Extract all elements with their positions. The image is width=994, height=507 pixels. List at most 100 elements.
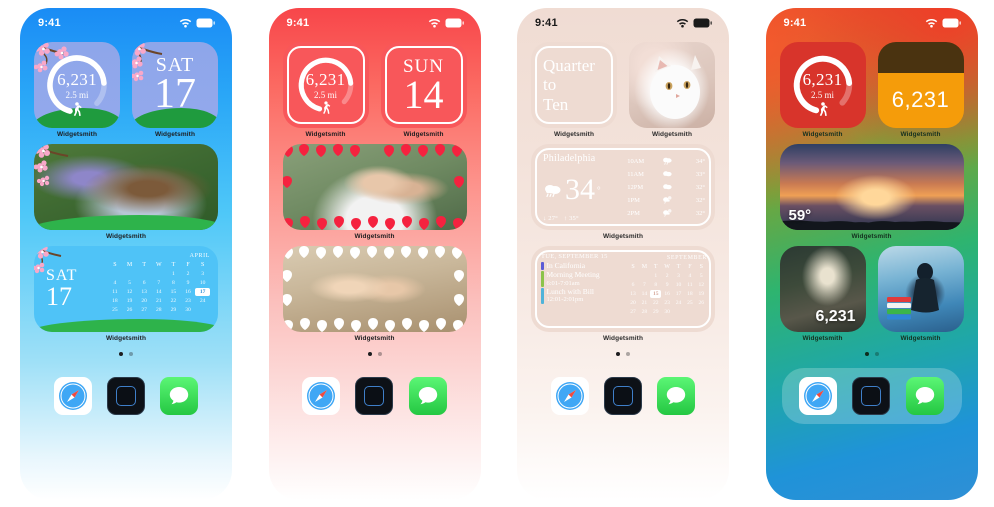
widgetsmith-app-icon[interactable] [355, 377, 394, 415]
calendar-day-cell[interactable]: 14 [151, 288, 166, 296]
calendar-day-cell[interactable]: 7 [151, 279, 166, 287]
messages-app-icon[interactable] [408, 377, 447, 415]
calendar-day-cell[interactable]: 22 [166, 297, 181, 305]
widget-steps-ring[interactable]: 6,231 2.5 mi Widgetsmith [779, 42, 866, 138]
calendar-day-cell[interactable]: 10 [673, 281, 684, 289]
calendar-day-cell[interactable]: 9 [181, 279, 196, 287]
calendar-day-cell[interactable]: 23 [661, 299, 672, 307]
calendar-day-cell[interactable]: 20 [627, 299, 638, 307]
safari-app-icon[interactable] [550, 377, 589, 415]
messages-app-icon[interactable] [160, 377, 199, 415]
widget-date[interactable]: SAT 17 Widgetsmith [132, 42, 218, 138]
widget-photo-hammock[interactable]: Widgetsmith [282, 246, 467, 342]
calendar-day-cell[interactable]: 6 [627, 281, 638, 289]
calendar-day-cell[interactable]: 2 [661, 272, 672, 280]
page-dots[interactable] [269, 352, 481, 356]
calendar-day-cell[interactable]: 3 [195, 270, 210, 278]
widget-photo-garden[interactable]: Widgetsmith [34, 144, 218, 240]
widget-photo-sunset[interactable]: 59° Widgetsmith [779, 144, 964, 240]
widget-weather[interactable]: Philadelphia 34 ° ↓ 27° ↑ 35° 10AM 34° 1… [531, 144, 715, 240]
page-dot[interactable] [129, 352, 133, 356]
widget-clock-words[interactable]: Quarter to Ten Widgetsmith [531, 42, 617, 138]
calendar-day-cell[interactable]: 24 [673, 299, 684, 307]
calendar-day-cell[interactable]: 11 [684, 281, 695, 289]
page-dot-active[interactable] [367, 352, 372, 356]
calendar-day-cell[interactable]: 30 [181, 306, 196, 314]
calendar-day-cell[interactable]: 27 [137, 306, 152, 314]
messages-app-icon[interactable] [657, 377, 696, 415]
calendar-day-cell[interactable]: 4 [108, 279, 123, 287]
page-dot-active[interactable] [864, 352, 869, 356]
calendar-day-cell[interactable]: 8 [650, 281, 661, 289]
page-dot[interactable] [626, 352, 630, 356]
calendar-day-cell[interactable]: 17 [195, 288, 210, 296]
widget-steps-count[interactable]: 6,231 Widgetsmith [877, 42, 964, 138]
calendar-day-cell[interactable]: 26 [696, 299, 707, 307]
page-dot[interactable] [377, 352, 382, 356]
calendar-day-cell[interactable]: 2 [181, 270, 196, 278]
messages-app-icon[interactable] [905, 377, 944, 415]
calendar-day-cell[interactable]: 23 [181, 297, 196, 305]
calendar-day-cell[interactable]: 12 [696, 281, 707, 289]
widgetsmith-app-icon[interactable] [106, 377, 145, 415]
calendar-day-cell[interactable]: 22 [650, 299, 661, 307]
safari-app-icon[interactable] [53, 377, 92, 415]
calendar-day-cell[interactable]: 16 [181, 288, 196, 296]
page-dot-active[interactable] [616, 352, 620, 356]
calendar-day-cell[interactable]: 20 [137, 297, 152, 305]
event-item[interactable]: Lunch with Bill 12:01-2:01pm [541, 287, 627, 304]
calendar-day-cell[interactable]: 5 [696, 272, 707, 280]
widget-photo-aquarium[interactable]: Widgetsmith [877, 246, 964, 342]
widget-photo-cat[interactable]: Widgetsmith [629, 42, 715, 138]
page-dots[interactable] [766, 352, 978, 356]
calendar-day-cell[interactable]: 10 [195, 279, 210, 287]
event-item[interactable]: Morning Meeting 6:01-7:01am [541, 270, 627, 288]
event-item[interactable]: In California [541, 261, 627, 271]
widgetsmith-app-icon[interactable] [603, 377, 642, 415]
calendar-day-cell[interactable]: 3 [673, 272, 684, 280]
calendar-day-cell[interactable]: 21 [151, 297, 166, 305]
calendar-day-cell[interactable]: 17 [673, 290, 684, 298]
calendar-day-cell[interactable]: 7 [639, 281, 650, 289]
widget-steps-ring[interactable]: 6,231 2.5 mi Widgetsmith [34, 42, 120, 138]
calendar-day-cell[interactable]: 5 [122, 279, 137, 287]
calendar-day-cell[interactable]: 11 [108, 288, 123, 296]
widget-calendar-events[interactable]: TUE, SEPTEMBER 15 In California Morning … [531, 246, 715, 342]
calendar-day-cell[interactable]: 1 [650, 272, 661, 280]
calendar-day-cell[interactable]: 29 [166, 306, 181, 314]
calendar-day-cell[interactable]: 9 [661, 281, 672, 289]
calendar-day-cell[interactable]: 13 [627, 290, 638, 298]
calendar-day-cell[interactable]: 18 [684, 290, 695, 298]
calendar-day-cell[interactable]: 4 [684, 272, 695, 280]
calendar-day-cell[interactable]: 6 [137, 279, 152, 287]
calendar-day-cell[interactable]: 16 [661, 290, 672, 298]
calendar-day-cell[interactable]: 28 [639, 308, 650, 316]
calendar-day-cell[interactable]: 26 [122, 306, 137, 314]
safari-app-icon[interactable] [302, 377, 341, 415]
widget-steps-ring[interactable]: 6,231 2.5 mi Widgetsmith [282, 42, 369, 138]
page-dots[interactable] [20, 352, 232, 356]
calendar-day-cell[interactable]: 30 [661, 308, 672, 316]
calendar-day-cell[interactable]: 15 [166, 288, 181, 296]
page-dots[interactable] [517, 352, 729, 356]
widget-calendar[interactable]: SAT 17 APRIL S M T W T F S 1 2 3 4 5 6 7 8 9 10 11 12 13 14 1… [34, 246, 218, 342]
widget-photo-forest[interactable]: 6,231 Widgetsmith [779, 246, 866, 342]
widget-photo-couple[interactable]: Widgetsmith [282, 144, 467, 240]
calendar-day-cell[interactable]: 14 [639, 290, 650, 298]
calendar-day-cell[interactable]: 1 [166, 270, 181, 278]
calendar-day-cell[interactable]: 25 [108, 306, 123, 314]
widget-date[interactable]: SUN 14 Widgetsmith [380, 42, 467, 138]
widgetsmith-app-icon[interactable] [852, 377, 891, 415]
calendar-day-cell[interactable]: 19 [122, 297, 137, 305]
calendar-day-cell[interactable]: 8 [166, 279, 181, 287]
calendar-day-cell[interactable]: 15 [650, 290, 662, 298]
calendar-day-cell[interactable]: 12 [122, 288, 137, 296]
calendar-day-cell[interactable]: 29 [650, 308, 661, 316]
calendar-day-cell[interactable]: 13 [137, 288, 152, 296]
page-dot-active[interactable] [119, 352, 123, 356]
calendar-day-cell[interactable]: 28 [151, 306, 166, 314]
calendar-day-cell[interactable]: 19 [696, 290, 707, 298]
calendar-day-cell[interactable]: 18 [108, 297, 123, 305]
calendar-day-cell[interactable]: 25 [684, 299, 695, 307]
safari-app-icon[interactable] [799, 377, 838, 415]
